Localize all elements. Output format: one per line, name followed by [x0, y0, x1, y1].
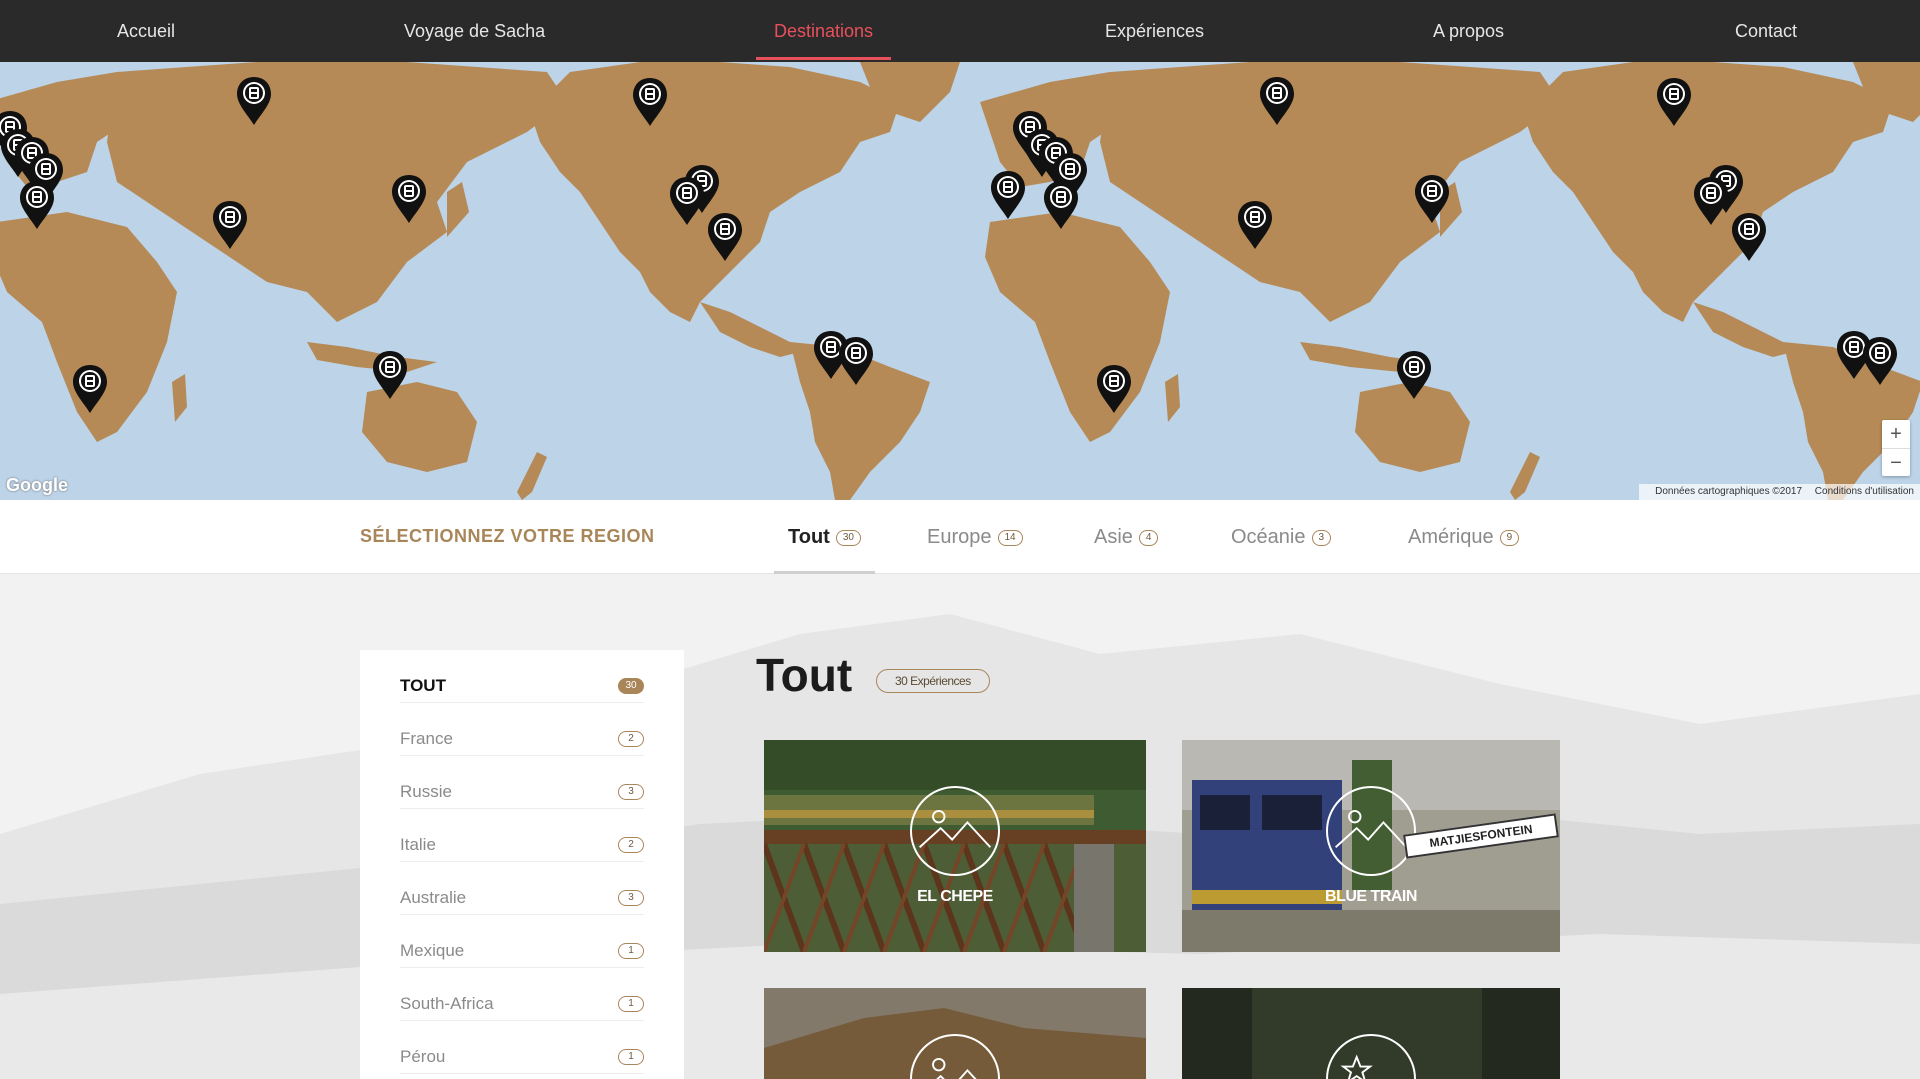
sidebar-item-label: France: [400, 729, 453, 748]
map-marker-31[interactable]: [1731, 212, 1767, 262]
map-marker-27[interactable]: [1396, 350, 1432, 400]
map-marker-33[interactable]: [1862, 336, 1898, 386]
tab-oceanie[interactable]: Océanie 3: [1231, 500, 1332, 574]
experiences-count-badge: 30 Expériences: [876, 669, 990, 693]
page-title: Tout: [756, 649, 853, 701]
sidebar-count-badge: 2: [618, 731, 644, 747]
sidebar-item-south-africa[interactable]: South-Africa 1: [400, 968, 644, 1021]
tab-label: Europe: [927, 526, 992, 548]
map-marker-21[interactable]: [990, 170, 1026, 220]
sidebar-item-mexique[interactable]: Mexique 1: [400, 915, 644, 968]
sidebar-item-france[interactable]: France 2: [400, 703, 644, 756]
zoom-out-button[interactable]: −: [1882, 448, 1910, 476]
tab-asie[interactable]: Asie 4: [1094, 500, 1159, 574]
sidebar-item-label: Pérou: [400, 1047, 446, 1066]
map-marker-23[interactable]: [1259, 76, 1295, 126]
sidebar-count-badge: 30: [618, 678, 644, 694]
country-sidebar: TOUT 30 France 2 Russie 3 Italie 2 Austr…: [360, 650, 684, 1079]
sidebar-count-badge: 2: [618, 837, 644, 853]
world-map[interactable]: Google + − Données cartographiques ©2017…: [0, 62, 1920, 500]
tab-count-badge: 3: [1311, 529, 1332, 546]
map-marker-28[interactable]: [1656, 77, 1692, 127]
map-marker-30[interactable]: [1693, 176, 1729, 226]
sidebar-count-badge: 1: [618, 1049, 644, 1065]
map-attribution: Données cartographiques ©2017 Conditions…: [1639, 484, 1920, 500]
star-icon: [1326, 1034, 1416, 1079]
map-marker-13[interactable]: [669, 176, 705, 226]
map-marker-11[interactable]: [632, 77, 668, 127]
sidebar-item-perou[interactable]: Pérou 1: [400, 1021, 644, 1074]
tab-europe[interactable]: Europe 14: [927, 500, 1023, 574]
region-selector-bar: SÉLECTIONNEZ VOTRE REGION Tout 30 Europe 1…: [0, 500, 1920, 574]
map-terms-link[interactable]: Conditions d'utilisation: [1815, 486, 1914, 497]
tab-count-badge: 4: [1138, 529, 1159, 546]
sidebar-item-russie[interactable]: Russie 3: [400, 756, 644, 809]
card-title: BLUE TRAIN: [1325, 888, 1417, 905]
tab-label: Tout: [788, 526, 830, 548]
sidebar-item-label: Italie: [400, 835, 436, 854]
map-marker-14[interactable]: [707, 212, 743, 262]
tab-count-badge: 9: [1499, 529, 1520, 546]
sidebar-count-badge: 1: [618, 943, 644, 959]
tab-label: Océanie: [1231, 526, 1306, 548]
map-marker-8[interactable]: [391, 174, 427, 224]
sidebar-count-badge: 3: [618, 890, 644, 906]
sidebar-item-label: Russie: [400, 782, 452, 801]
map-marker-25[interactable]: [1414, 174, 1450, 224]
map-marker-26[interactable]: [1096, 364, 1132, 414]
experience-card-el-chepe[interactable]: EL CHEPE: [764, 740, 1146, 952]
tab-count-badge: 30: [835, 529, 861, 546]
experience-card-3[interactable]: [764, 988, 1146, 1079]
zoom-in-button[interactable]: +: [1882, 420, 1910, 448]
nav-a-propos[interactable]: A propos: [1433, 0, 1504, 62]
map-marker-6[interactable]: [236, 76, 272, 126]
sidebar-count-badge: 3: [618, 784, 644, 800]
tab-count-badge: 14: [997, 529, 1023, 546]
sidebar-item-italie[interactable]: Italie 2: [400, 809, 644, 862]
google-logo: Google: [6, 475, 68, 495]
nav-contact[interactable]: Contact: [1735, 0, 1797, 62]
tab-label: Asie: [1094, 526, 1133, 548]
nav-accueil[interactable]: Accueil: [117, 0, 175, 62]
nav-destinations[interactable]: Destinations: [755, 0, 892, 62]
map-marker-7[interactable]: [212, 200, 248, 250]
region-title: SÉLECTIONNEZ VOTRE REGION: [360, 526, 655, 546]
nav-voyage-de-sacha[interactable]: Voyage de Sacha: [404, 0, 545, 62]
tab-tout[interactable]: Tout 30: [774, 500, 875, 574]
experience-card-4[interactable]: [1182, 988, 1560, 1079]
mountain-icon: [910, 1034, 1000, 1079]
sidebar-item-label: TOUT: [400, 676, 446, 695]
mountain-icon: [910, 786, 1000, 876]
top-navigation: Accueil Voyage de Sacha Destinations Exp…: [0, 0, 1920, 62]
map-marker-22[interactable]: [1043, 180, 1079, 230]
mountain-icon: [1326, 786, 1416, 876]
sidebar-item-label: South-Africa: [400, 994, 494, 1013]
sidebar-item-tout[interactable]: TOUT 30: [400, 650, 644, 703]
tab-amerique[interactable]: Amérique 9: [1408, 500, 1520, 574]
sidebar-item-label: Australie: [400, 888, 467, 907]
map-marker-9[interactable]: [72, 364, 108, 414]
map-marker-24[interactable]: [1237, 200, 1273, 250]
map-marker-5[interactable]: [19, 180, 55, 230]
card-title: EL CHEPE: [917, 888, 993, 905]
nav-experiences[interactable]: Expériences: [1105, 0, 1204, 62]
sidebar-count-badge: 1: [618, 996, 644, 1012]
experience-card-blue-train[interactable]: MATJIESFONTEIN BLUE TRAIN: [1182, 740, 1560, 952]
sidebar-item-label: Mexique: [400, 941, 465, 960]
map-data-credit: Données cartographiques ©2017: [1655, 486, 1803, 497]
map-zoom-control: + −: [1882, 420, 1910, 476]
world-map-land: [0, 62, 1920, 500]
sidebar-item-australie[interactable]: Australie 3: [400, 862, 644, 915]
tab-label: Amérique: [1408, 526, 1494, 548]
map-marker-16[interactable]: [838, 336, 874, 386]
map-marker-10[interactable]: [372, 350, 408, 400]
